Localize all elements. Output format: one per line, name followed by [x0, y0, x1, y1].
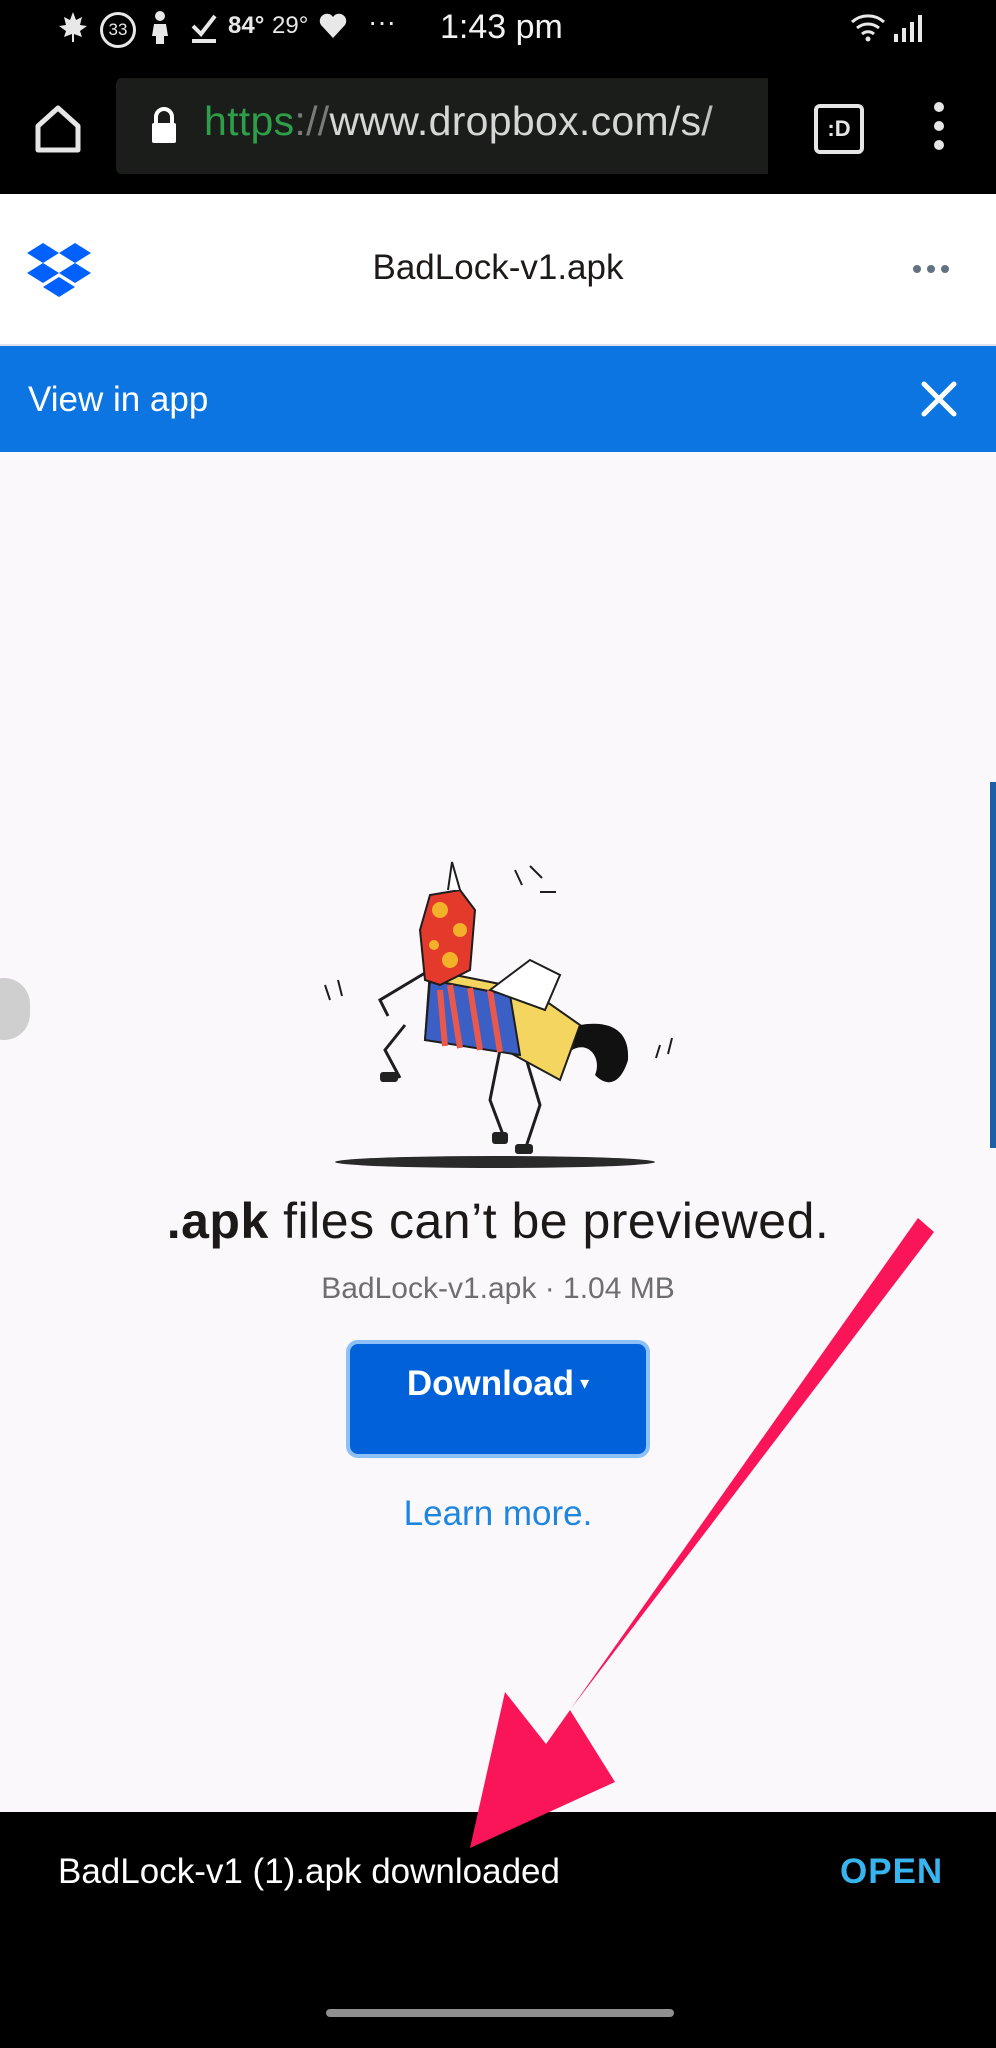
preview-message-text: files can’t be previewed.: [268, 1193, 830, 1249]
temperature-1: 84°: [228, 12, 265, 39]
snackbar-message: BadLock-v1 (1).apk downloaded: [58, 1852, 560, 1891]
status-bar: 33 84° 29° ··· 1:43 pm: [0, 0, 996, 60]
badge-icon: 33: [100, 12, 136, 48]
url-host-path: www.dropbox.com/s/: [329, 98, 714, 144]
wifi-icon: [850, 12, 886, 49]
url-separator: ://: [294, 98, 330, 144]
clock: 1:43 pm: [440, 8, 563, 46]
open-button[interactable]: OPEN: [840, 1852, 943, 1892]
person-icon: [148, 10, 172, 53]
check-icon: [190, 12, 218, 51]
url-fade: [700, 78, 768, 174]
more-horizontal-icon[interactable]: [912, 262, 950, 276]
view-in-app-link[interactable]: View in app: [28, 380, 208, 420]
maple-leaf-icon: [58, 10, 88, 51]
page-title: BadLock-v1.apk: [372, 248, 624, 287]
lock-icon[interactable]: [150, 106, 178, 146]
temperature-2: 29°: [272, 12, 309, 39]
url-text[interactable]: https://www.dropbox.com/s/: [204, 98, 713, 145]
url-scheme: https: [204, 98, 295, 144]
signal-icon: [892, 12, 926, 49]
unicorn-illustration: [310, 850, 690, 1180]
home-icon[interactable]: [28, 98, 88, 158]
heart-icon: [318, 12, 348, 47]
more-notifications: ···: [368, 6, 396, 37]
edge-panel-handle[interactable]: [0, 978, 30, 1040]
file-metadata: BadLock-v1.apk · 1.04 MB: [321, 1272, 675, 1305]
scrollbar[interactable]: [990, 782, 996, 1148]
home-indicator[interactable]: [326, 2009, 674, 2017]
learn-more-link[interactable]: Learn more.: [0, 1494, 996, 1534]
tabs-icon[interactable]: :D: [814, 104, 864, 154]
download-button-label[interactable]: Download ▾: [356, 1364, 640, 1404]
file-extension: .apk: [166, 1193, 269, 1249]
dropdown-caret-icon: ▾: [580, 1373, 590, 1393]
overflow-menu-icon[interactable]: [924, 100, 954, 152]
preview-unavailable-message: .apk files can’t be previewed.: [0, 1192, 996, 1250]
download-label-text: Download: [406, 1364, 575, 1403]
close-icon[interactable]: [918, 378, 960, 420]
